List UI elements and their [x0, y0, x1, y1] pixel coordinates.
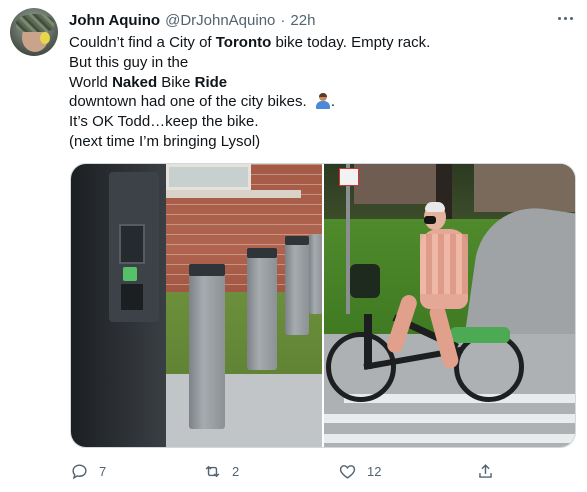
- text-run-bold: Naked: [112, 73, 158, 91]
- share-button[interactable]: [476, 456, 495, 486]
- text-run: .: [330, 93, 335, 111]
- empty-bike-rack-photo[interactable]: [71, 164, 322, 447]
- author-name[interactable]: John Aquino: [69, 12, 160, 29]
- text-run-bold: Ride: [194, 73, 228, 91]
- text-run-bold: Toronto: [215, 34, 272, 51]
- text-run: It’s OK Todd…keep the bike.: [69, 113, 259, 131]
- reply-count: 7: [99, 463, 107, 479]
- tweet-text-line: It’s OK Todd…keep the bike.: [69, 112, 574, 132]
- text-run: (next time I’m bringing Lysol): [69, 132, 261, 150]
- naked-cyclist-on-city-bike-photo[interactable]: [324, 164, 575, 447]
- tweet-header: John Aquino @DrJohnAquino · 22h: [69, 10, 315, 30]
- share-upload-icon: [479, 463, 492, 478]
- text-run: Couldn’t find a City of: [69, 34, 216, 51]
- tweet-actions: 7 2 12: [70, 456, 500, 486]
- text-run: bike today. Empty rack.: [271, 34, 431, 51]
- text-run: Bike: [157, 73, 195, 91]
- more-dots-icon: [569, 16, 573, 20]
- tweet-text-line: (next time I’m bringing Lysol): [69, 132, 574, 152]
- retweet-arrows-icon: [205, 465, 220, 477]
- tweet-text-line: Couldn’t find a City of Toronto bike tod…: [69, 33, 574, 53]
- avatar[interactable]: [10, 8, 58, 56]
- more-options-button[interactable]: [553, 8, 577, 28]
- speech-bubble-icon: [72, 463, 87, 479]
- retweet-count: 2: [232, 463, 240, 479]
- more-dots-icon: [557, 16, 561, 20]
- tweet-text-line: World Naked Bike Ride: [69, 73, 574, 93]
- person-gesturing-emoji: [315, 93, 331, 110]
- like-count: 12: [367, 463, 382, 479]
- retweet-button[interactable]: 2: [203, 456, 239, 486]
- text-run: downtown had one of the city bikes.: [69, 93, 311, 111]
- heart-icon: [339, 464, 356, 479]
- separator-dot: ·: [280, 11, 286, 29]
- more-dots-icon: [563, 16, 567, 20]
- tweet-text-line: But this guy in the: [69, 53, 574, 73]
- tweet[interactable]: John Aquino @DrJohnAquino · 22h Couldn’t…: [0, 0, 587, 492]
- text-run: But this guy in the: [69, 53, 189, 71]
- author-handle[interactable]: @DrJohnAquino: [165, 12, 275, 29]
- tweet-text-line: downtown had one of the city bikes. .: [69, 92, 574, 112]
- tweet-media: [70, 163, 576, 448]
- text-run: World: [69, 73, 113, 91]
- tweet-timestamp[interactable]: 22h: [290, 12, 315, 29]
- avatar-badge: [40, 32, 50, 44]
- tweet-text: Couldn’t find a City of Toronto bike tod…: [69, 33, 574, 152]
- like-button[interactable]: 12: [338, 456, 381, 486]
- avatar-hat: [16, 14, 54, 32]
- reply-button[interactable]: 7: [70, 456, 106, 486]
